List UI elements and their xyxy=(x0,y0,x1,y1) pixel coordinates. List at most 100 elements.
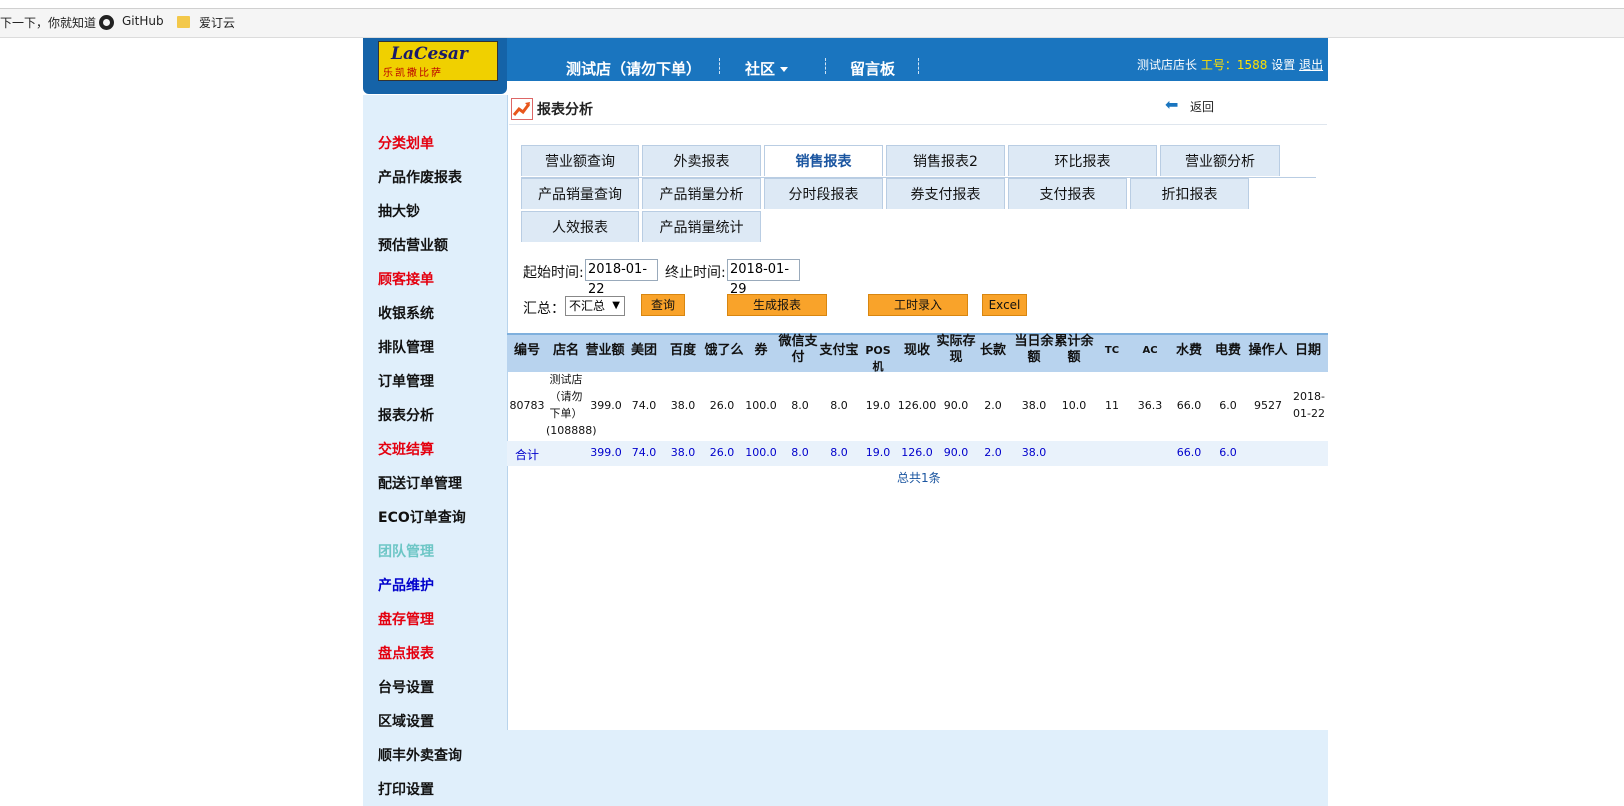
cell-baidu: 38.0 xyxy=(670,399,696,412)
sidebar-item-queue[interactable]: 排队管理 xyxy=(378,337,434,357)
sum-daily-balance: 38.0 xyxy=(1021,446,1047,459)
tab-takeaway-report[interactable]: 外卖报表 xyxy=(642,145,761,176)
employee-id: 工号：1588 xyxy=(1200,58,1268,72)
summary-select[interactable]: 不汇总 ▼ xyxy=(565,296,625,316)
tab-efficiency-report[interactable]: 人效报表 xyxy=(521,211,639,242)
nav-separator xyxy=(825,58,826,74)
cell-revenue: 399.0 xyxy=(590,399,622,412)
sidebar-item-category-split[interactable]: 分类划单 xyxy=(378,133,434,153)
page-title: 报表分析 xyxy=(537,102,593,118)
brand-logo[interactable]: LaCesar 乐凯撒比萨 xyxy=(378,41,498,81)
logo-sub: 乐凯撒比萨 xyxy=(383,68,443,79)
cell-cash: 126.00 xyxy=(897,399,937,412)
tab-payment-report[interactable]: 支付报表 xyxy=(1008,178,1127,209)
sum-alipay: 8.0 xyxy=(830,446,848,459)
nav-community[interactable]: 社区 xyxy=(745,58,789,79)
logout-link[interactable]: 退出 xyxy=(1299,58,1323,72)
sidebar-item-eco-orders[interactable]: ECO订单查询 xyxy=(378,507,466,527)
summary-label: 汇总： xyxy=(523,301,565,317)
sum-overage: 2.0 xyxy=(984,446,1002,459)
sidebar: 分类划单 产品作废报表 抽大钞 预估营业额 顾客接单 收银系统 排队管理 订单管… xyxy=(363,95,507,806)
summary-select-value: 不汇总 xyxy=(569,299,606,313)
tab-product-sales-query[interactable]: 产品销量查询 xyxy=(521,178,639,209)
user-info: 测试店店长 工号：1588 设置 退出 xyxy=(1137,56,1323,73)
bookmark-baidu[interactable]: 下一下，你就知道 xyxy=(0,14,96,31)
excel-button[interactable]: Excel xyxy=(982,294,1027,316)
tab-revenue-query[interactable]: 营业额查询 xyxy=(521,145,639,176)
nav-message-board[interactable]: 留言板 xyxy=(850,58,895,79)
cell-overage: 2.0 xyxy=(984,399,1002,412)
sidebar-item-products[interactable]: 产品维护 xyxy=(378,575,434,595)
sum-label: 合计 xyxy=(514,448,539,462)
sidebar-item-inventory[interactable]: 盘存管理 xyxy=(378,609,434,629)
sidebar-item-stocktake-report[interactable]: 盘点报表 xyxy=(378,643,434,663)
chart-trend-icon xyxy=(511,98,533,120)
tab-discount-report[interactable]: 折扣报表 xyxy=(1130,178,1249,209)
generate-report-button[interactable]: 生成报表 xyxy=(727,294,827,316)
col-electricity: 电费 xyxy=(1214,343,1241,358)
tab-coupon-payment-report[interactable]: 券支付报表 xyxy=(886,178,1005,209)
sum-water: 66.0 xyxy=(1176,446,1202,459)
cell-daily-balance: 38.0 xyxy=(1021,399,1047,412)
sidebar-item-revenue-forecast[interactable]: 预估营业额 xyxy=(378,235,448,255)
cell-alipay: 8.0 xyxy=(830,399,848,412)
sum-revenue: 399.0 xyxy=(590,446,622,459)
tab-time-period-report[interactable]: 分时段报表 xyxy=(764,178,883,209)
nav-store[interactable]: 测试店（请勿下单） xyxy=(566,58,701,79)
user-name: 测试店店长 xyxy=(1137,58,1198,72)
sum-baidu: 38.0 xyxy=(670,446,696,459)
col-id: 编号 xyxy=(513,343,540,358)
cell-operator: 9527 xyxy=(1254,399,1282,412)
nav-separator xyxy=(918,58,919,74)
sum-cash: 126.0 xyxy=(901,446,933,459)
sidebar-item-void-report[interactable]: 产品作废报表 xyxy=(378,167,462,187)
tab-sales-report-2[interactable]: 销售报表2 xyxy=(886,145,1005,176)
sidebar-item-shift-settlement[interactable]: 交班结算 xyxy=(378,439,434,459)
tab-revenue-analysis[interactable]: 营业额分析 xyxy=(1160,145,1280,176)
sum-pos: 19.0 xyxy=(865,446,891,459)
sidebar-item-delivery-orders[interactable]: 配送订单管理 xyxy=(378,473,462,493)
query-button[interactable]: 查询 xyxy=(641,294,685,316)
cell-meituan: 74.0 xyxy=(631,399,657,412)
sidebar-item-cashier[interactable]: 收银系统 xyxy=(378,303,434,323)
sidebar-item-areas[interactable]: 区域设置 xyxy=(378,711,434,731)
nav-community-label: 社区 xyxy=(745,60,776,78)
col-overage: 长款 xyxy=(979,343,1006,358)
sidebar-item-team[interactable]: 团队管理 xyxy=(378,541,434,561)
cell-store-name: 测试店（请勿下单）(108888) xyxy=(546,373,597,437)
col-pos: POS机 xyxy=(865,344,891,373)
end-time-label: 终止时间: xyxy=(665,265,726,281)
sum-coupon: 100.0 xyxy=(745,446,777,459)
sidebar-item-reports[interactable]: 报表分析 xyxy=(378,405,434,425)
settings-link[interactable]: 设置 xyxy=(1271,58,1295,72)
back-arrow-icon[interactable]: ⬅ xyxy=(1165,95,1178,114)
tab-product-sales-stats[interactable]: 产品销量统计 xyxy=(642,211,761,242)
start-date-field[interactable]: 2018-01-22 xyxy=(585,259,658,297)
col-ac: AC xyxy=(1142,345,1158,356)
col-date: 日期 xyxy=(1294,343,1321,358)
start-time-label: 起始时间: xyxy=(523,265,584,281)
col-water: 水费 xyxy=(1175,343,1202,358)
sidebar-item-customer-orders[interactable]: 顾客接单 xyxy=(378,269,434,289)
col-coupon: 券 xyxy=(754,343,768,358)
tab-product-sales-analysis[interactable]: 产品销量分析 xyxy=(642,178,761,209)
tab-mom-report[interactable]: 环比报表 xyxy=(1008,145,1157,176)
bookmark-github[interactable]: GitHub xyxy=(122,14,164,28)
sidebar-item-table-numbers[interactable]: 台号设置 xyxy=(378,677,434,697)
end-date-field[interactable]: 2018-01-29 xyxy=(727,259,800,297)
back-link[interactable]: 返回 xyxy=(1190,98,1214,115)
sidebar-item-cash-drop[interactable]: 抽大钞 xyxy=(378,201,420,221)
tab-sales-report[interactable]: 销售报表 xyxy=(764,145,883,176)
bookmarks-bar: 下一下，你就知道 GitHub 爱订云 xyxy=(0,9,1624,38)
work-hours-button[interactable]: 工时录入 xyxy=(868,294,968,316)
col-revenue: 营业额 xyxy=(585,343,625,358)
cell-id: 80783 xyxy=(509,399,545,412)
sidebar-item-sf-delivery[interactable]: 顺丰外卖查询 xyxy=(378,745,462,765)
col-cumulative-balance: 累计余额 xyxy=(1054,334,1094,365)
bookmark-aidingyun[interactable]: 爱订云 xyxy=(199,14,235,31)
dropdown-arrow-icon: ▼ xyxy=(612,300,620,311)
sidebar-item-print-settings[interactable]: 打印设置 xyxy=(378,779,434,799)
sidebar-item-orders[interactable]: 订单管理 xyxy=(378,371,434,391)
total-count: 总共1条 xyxy=(897,471,941,485)
logo-brand: LaCesar xyxy=(391,44,468,64)
